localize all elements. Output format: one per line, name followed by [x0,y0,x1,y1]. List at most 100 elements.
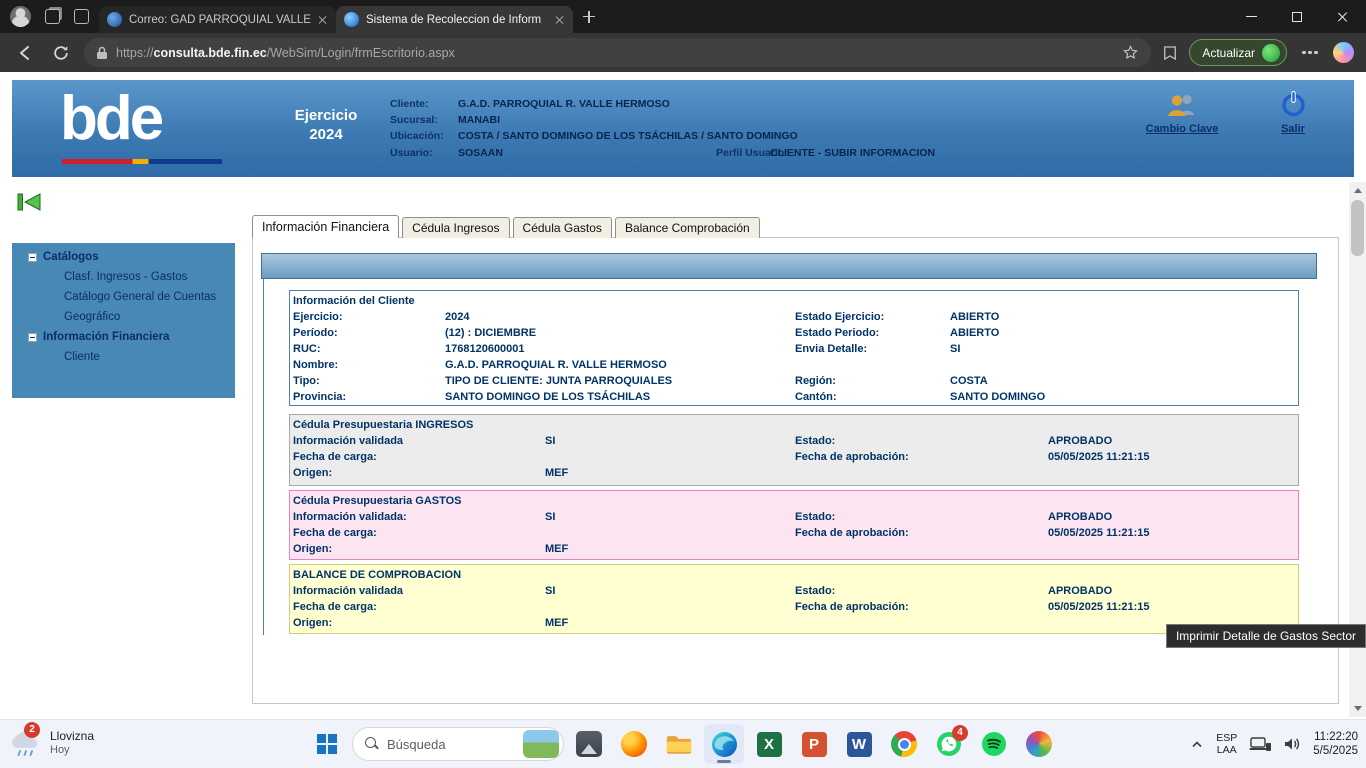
taskbar-powerpoint[interactable]: P [794,724,834,764]
ejercicio-label: Ejercicio 2024 [270,106,382,144]
scroll-down-icon[interactable] [1354,706,1362,711]
collapse-minus-icon[interactable] [28,333,37,342]
window-controls [1228,0,1366,33]
system-tray: ESP LAA 11:22:20 5/5/2025 [1190,720,1358,768]
tab-cedula-ingresos[interactable]: Cédula Ingresos [402,217,509,238]
maximize-button[interactable] [1274,0,1320,33]
profile-avatar-icon[interactable] [10,6,31,27]
tray-time: 11:22:20 [1313,730,1358,744]
tab-informacion-financiera[interactable]: Información Financiera [252,215,399,238]
address-bar[interactable]: https://consulta.bde.fin.ec/WebSim/Login… [84,38,1151,67]
ubicacion-label: Ubicación: [390,130,444,142]
minimize-button[interactable] [1228,0,1274,33]
firefox-icon [621,731,647,757]
actualizar-label: Actualizar [1202,46,1255,60]
taskbar-excel[interactable]: X [749,724,789,764]
network-icon[interactable] [1249,736,1271,752]
windows-logo-icon [317,734,337,754]
sidebar-item-cliente[interactable]: Cliente [12,347,235,367]
toolbar-bar [261,253,1317,279]
back-arrow-icon [15,43,35,63]
actualizar-button[interactable]: Actualizar [1189,39,1287,66]
more-menu-button[interactable] [1297,40,1323,66]
usuario-value: SOSAAN [458,147,503,159]
close-button[interactable] [1320,0,1366,33]
mail-tab-favicon [107,12,122,27]
weather-day: Hoy [50,743,94,757]
sidebar-item-label: Información Financiera [43,327,170,347]
taskbar-file-explorer[interactable] [659,724,699,764]
word-icon: W [847,732,872,757]
tab-close-icon[interactable] [555,15,565,25]
cambio-clave-block[interactable]: Cambio Clave [1130,92,1234,135]
sidebar-item-geografico[interactable]: Geográfico [12,307,235,327]
url-text: https://consulta.bde.fin.ec/WebSim/Login… [116,46,455,60]
pinwheel-icon [1026,731,1052,757]
gallery-icon [576,731,602,757]
notification-badge: 2 [24,722,40,738]
collapse-minus-icon[interactable] [28,253,37,262]
tray-chevron-up-icon[interactable] [1190,738,1204,750]
users-icon [1165,92,1199,118]
scroll-up-icon[interactable] [1354,188,1362,193]
group-left-border [263,279,264,635]
taskbar-pinwheel-app[interactable] [1019,724,1059,764]
power-icon [1280,90,1307,118]
sidebar-item-informacion-financiera[interactable]: Información Financiera [12,327,235,347]
bookmark-star-icon[interactable] [1122,44,1139,61]
language-indicator[interactable]: ESP LAA [1216,732,1237,756]
clock-widget[interactable]: 11:22:20 5/5/2025 [1313,730,1358,758]
copilot-icon[interactable] [1333,42,1354,63]
app-tab-favicon [344,12,359,27]
browser-tab-mail[interactable]: Correo: GAD PARROQUIAL VALLE [99,6,336,33]
web-page: bde Ejercicio 2024 Cliente: G.A.D. PARRO… [0,72,1366,719]
taskbar-center: Búsqueda X P W [307,724,1059,764]
volume-icon[interactable] [1283,736,1301,752]
refresh-button[interactable] [48,40,74,66]
sidebar-item-catalogos[interactable]: Catálogos [12,247,235,267]
ubicacion-value: COSTA / SANTO DOMINGO DE LOS TSÁCHILAS /… [458,130,798,142]
taskbar: 2 Llovizna Hoy Búsqueda [0,719,1366,768]
cliente-value: G.A.D. PARROQUIAL R. VALLE HERMOSO [458,98,670,110]
back-button[interactable] [12,40,38,66]
cambio-clave-link: Cambio Clave [1130,123,1234,135]
skip-left-arrow-icon [16,191,42,213]
taskbar-whatsapp[interactable]: 4 [929,724,969,764]
screen: Correo: GAD PARROQUIAL VALLE Sistema de … [0,0,1366,768]
collapse-menu-button[interactable] [16,191,42,213]
tab-balance-comprobacion[interactable]: Balance Comprobación [615,217,760,238]
taskbar-chrome[interactable] [884,724,924,764]
tab-close-icon[interactable] [318,15,328,25]
lock-icon [96,46,108,60]
taskbar-firefox[interactable] [614,724,654,764]
cedula-ingresos-section: Cédula Presupuestaria INGRESOS Informaci… [289,414,1299,486]
sucursal-value: MANABI [458,114,500,126]
excel-icon: X [757,732,782,757]
start-button[interactable] [307,724,347,764]
scrollbar-thumb[interactable] [1351,200,1364,256]
tab-actions-icon[interactable] [74,9,89,24]
taskbar-spotify[interactable] [974,724,1014,764]
taskbar-gallery-app[interactable] [569,724,609,764]
tray-date: 5/5/2025 [1313,744,1358,758]
sidebar-item-clasf-ingresos-gastos[interactable]: Clasf. Ingresos - Gastos [12,267,235,287]
search-box[interactable]: Búsqueda [352,727,564,761]
browser-titlebar: Correo: GAD PARROQUIAL VALLE Sistema de … [0,0,1366,33]
print-tooltip: Imprimir Detalle de Gastos Sector [1166,624,1366,648]
client-info-section: Información del Cliente Ejercicio:2024Es… [289,290,1299,406]
workspaces-icon[interactable] [45,9,60,24]
section-title: Información del Cliente [293,294,1298,309]
favorites-hub-icon[interactable] [1161,44,1179,62]
sidebar-item-catalogo-general-cuentas[interactable]: Catálogo General de Cuentas [12,287,235,307]
tab-cedula-gastos[interactable]: Cédula Gastos [513,217,612,238]
salir-block[interactable]: Salir [1262,90,1324,135]
powerpoint-icon: P [802,732,827,757]
cedula-gastos-section: Cédula Presupuestaria GASTOS Información… [289,490,1299,560]
search-placeholder: Búsqueda [387,737,515,752]
content-tabstrip: Información Financiera Cédula Ingresos C… [252,215,760,238]
browser-tab-app[interactable]: Sistema de Recoleccion de Inform [336,6,573,33]
taskbar-word[interactable]: W [839,724,879,764]
new-tab-button[interactable] [583,11,595,23]
taskbar-edge[interactable] [704,724,744,764]
weather-widget[interactable]: 2 Llovizna Hoy [8,726,94,760]
